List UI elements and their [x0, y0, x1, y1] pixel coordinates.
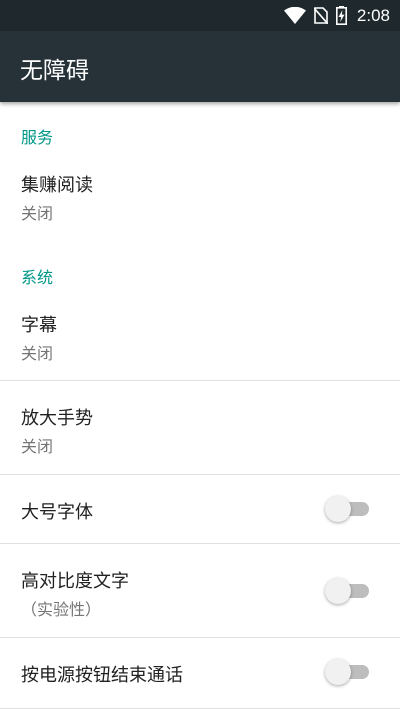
power-button-ends-call-switch[interactable]: [325, 659, 371, 685]
pref-item-power-button-ends-call[interactable]: 按电源按钮结束通话: [0, 638, 400, 708]
pref-summary: 关闭: [21, 344, 54, 363]
status-icons: 2:08: [283, 4, 390, 27]
pref-title: 字幕: [21, 315, 57, 336]
pref-item-captions[interactable]: 字幕 关闭: [0, 294, 400, 380]
toolbar: 无障碍: [0, 31, 400, 102]
page-title: 无障碍: [20, 58, 89, 84]
section-header-services: 服务: [21, 128, 54, 147]
large-text-switch[interactable]: [325, 496, 371, 522]
divider: [0, 708, 400, 709]
pref-item-high-contrast-text[interactable]: 高对比度文字 （实验性）: [0, 544, 400, 637]
pref-item-large-text[interactable]: 大号字体: [0, 475, 400, 543]
status-time: 2:08: [356, 5, 390, 25]
pref-summary: 关闭: [21, 437, 54, 456]
pref-title: 集赚阅读: [21, 175, 93, 196]
high-contrast-text-switch[interactable]: [325, 578, 371, 604]
battery-charging-icon: [335, 6, 347, 25]
pref-title: 按电源按钮结束通话: [21, 665, 183, 686]
pref-title: 高对比度文字: [21, 571, 129, 592]
pref-summary: 关闭: [21, 204, 54, 223]
switch-thumb: [325, 659, 351, 685]
pref-title: 大号字体: [21, 502, 93, 523]
section-header-system: 系统: [21, 268, 54, 287]
settings-list: 服务 集赚阅读 关闭 系统 字幕 关闭 放大手势 关闭 大号字体 高对比度文字 …: [0, 102, 400, 711]
pref-item-jizhuan-reading[interactable]: 集赚阅读 关闭: [0, 154, 400, 230]
status-bar: 2:08: [0, 0, 400, 31]
switch-thumb: [325, 578, 351, 604]
no-sim-icon: [313, 7, 328, 24]
switch-thumb: [325, 496, 351, 522]
wifi-icon: [283, 7, 306, 24]
pref-item-magnification-gestures[interactable]: 放大手势 关闭: [0, 381, 400, 474]
pref-title: 放大手势: [21, 408, 93, 429]
pref-summary: （实验性）: [21, 600, 102, 619]
